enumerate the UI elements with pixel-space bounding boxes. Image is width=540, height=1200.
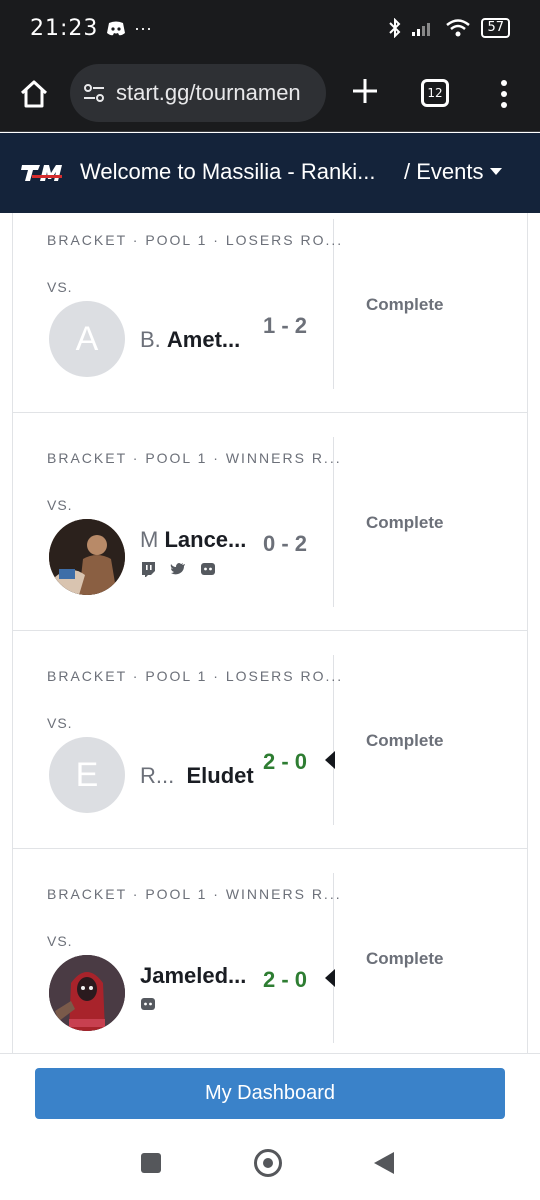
set-card[interactable]: BRACKET · POOL 1 · WINNERS R... VS. M La… — [12, 413, 528, 631]
system-nav-bar — [0, 1133, 540, 1200]
sponsor-prefix: B. — [140, 327, 161, 352]
set-status: Complete — [366, 295, 444, 314]
set-score: 1 - 2 — [263, 313, 308, 338]
home-button[interactable] — [254, 1149, 282, 1177]
vs-label: VS. — [47, 933, 73, 949]
social-links — [140, 561, 216, 577]
dashboard-footer: My Dashboard — [0, 1053, 540, 1133]
round-label: BRACKET · POOL 1 · LOSERS RO... — [47, 232, 344, 248]
tournament-logo[interactable] — [20, 161, 64, 185]
social-links — [140, 997, 156, 1011]
discord-notification-icon — [107, 21, 125, 35]
status-bar: 21:23 ··· 57 — [0, 0, 540, 60]
notification-icons: ··· — [106, 18, 152, 39]
tournament-title[interactable]: Welcome to Massilia - Ranki... — [80, 159, 375, 185]
gamertag: Jameled... — [140, 963, 247, 988]
player-name[interactable]: M Lance... — [140, 527, 246, 553]
more-notifications-dots: ··· — [134, 18, 152, 38]
twitter-icon[interactable] — [170, 562, 186, 576]
avatar[interactable] — [49, 955, 125, 1031]
avatar-letter: E — [75, 755, 99, 794]
set-status: Complete — [366, 731, 444, 750]
set-score: 2 - 0 — [263, 967, 308, 992]
sets-list: BRACKET · POOL 1 · LOSERS RO... VS. A B.… — [0, 213, 540, 1053]
events-dropdown[interactable]: / Events — [404, 159, 503, 185]
events-label: / Events — [404, 159, 484, 184]
round-label: BRACKET · POOL 1 · WINNERS R... — [47, 450, 342, 466]
vs-label: VS. — [47, 279, 73, 295]
chevron-down-icon — [490, 168, 503, 175]
set-card[interactable]: BRACKET · POOL 1 · LOSERS RO... VS. E R.… — [12, 631, 528, 849]
gamertag: Lance... — [164, 527, 247, 552]
discord-icon[interactable] — [140, 997, 156, 1011]
browser-menu-icon[interactable] — [496, 78, 512, 110]
vs-label: VS. — [47, 497, 73, 513]
player-name[interactable]: B. Amet... — [140, 327, 240, 353]
new-tab-icon[interactable] — [348, 74, 382, 108]
player-photo — [49, 519, 125, 595]
player-name[interactable]: R... Eludet — [140, 763, 254, 789]
set-status: Complete — [366, 949, 444, 968]
avatar[interactable] — [49, 519, 125, 595]
url-text: start.gg/tournamen — [116, 80, 301, 105]
home-icon[interactable] — [18, 78, 50, 110]
player-name[interactable]: Jameled... — [140, 963, 246, 989]
back-button[interactable] — [374, 1152, 394, 1174]
site-header: Welcome to Massilia - Ranki... / Events — [0, 133, 540, 213]
set-status: Complete — [366, 513, 444, 532]
browser-toolbar: start.gg/tournamen 12 — [0, 60, 540, 132]
set-card[interactable]: BRACKET · POOL 1 · WINNERS R... VS. Jame… — [12, 849, 528, 1053]
sponsor-prefix: R... — [140, 763, 175, 788]
gamertag: Eludet — [186, 763, 254, 788]
avatar[interactable]: E — [49, 737, 125, 813]
twitch-icon[interactable] — [140, 561, 156, 577]
signal-icon — [412, 23, 431, 36]
gamertag: Amet... — [166, 327, 241, 352]
winner-marker-icon — [325, 751, 335, 769]
wifi-icon — [446, 19, 471, 37]
sponsor-prefix: M — [140, 527, 159, 552]
site-settings-icon[interactable] — [82, 81, 106, 105]
winner-marker-icon — [325, 969, 335, 987]
battery-indicator: 57 — [481, 18, 510, 38]
set-score: 0 - 2 — [263, 531, 308, 556]
avatar-letter: A — [75, 319, 99, 358]
discord-icon[interactable] — [200, 562, 216, 576]
set-card[interactable]: BRACKET · POOL 1 · LOSERS RO... VS. A B.… — [12, 213, 528, 413]
tab-switcher-button[interactable]: 12 — [421, 79, 449, 107]
status-right-icons: 57 — [389, 18, 510, 38]
round-label: BRACKET · POOL 1 · LOSERS RO... — [47, 668, 344, 684]
home-dot-icon — [263, 1158, 273, 1168]
recent-apps-button[interactable] — [141, 1153, 161, 1173]
address-bar[interactable]: start.gg/tournamen — [70, 64, 326, 122]
status-time: 21:23 — [30, 16, 99, 41]
my-dashboard-button[interactable]: My Dashboard — [35, 1068, 505, 1119]
bluetooth-icon — [389, 18, 401, 38]
avatar[interactable]: A — [49, 301, 125, 377]
round-label: BRACKET · POOL 1 · WINNERS R... — [47, 886, 342, 902]
vs-label: VS. — [47, 715, 73, 731]
player-photo — [49, 955, 125, 1031]
set-score: 2 - 0 — [263, 749, 308, 774]
